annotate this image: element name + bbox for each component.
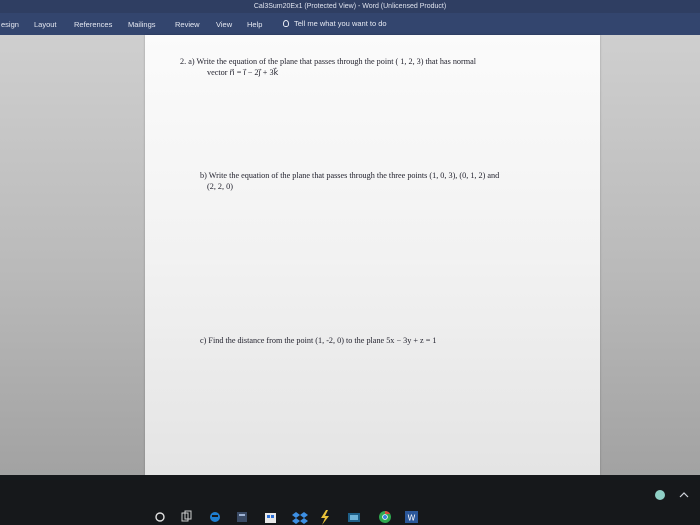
tab-mailings[interactable]: Mailings: [128, 20, 156, 29]
svg-text:W: W: [408, 514, 416, 523]
tab-help[interactable]: Help: [247, 20, 262, 29]
tray-expand-icon[interactable]: [679, 492, 689, 498]
window-title: Cal3Sum20Ex1 (Protected View) - Word (Un…: [253, 3, 447, 10]
tab-layout[interactable]: Layout: [34, 20, 57, 29]
tab-review[interactable]: Review: [175, 20, 200, 29]
tell-me-text: Tell me what you want to do: [294, 19, 387, 28]
title-bar: Cal3Sum20Ex1 (Protected View) - Word (Un…: [0, 0, 700, 13]
question-2a-line-1: 2. a) Write the equation of the plane th…: [180, 57, 477, 66]
store-icon[interactable]: [265, 513, 276, 523]
chrome-icon[interactable]: [379, 511, 391, 523]
task-view-icon[interactable]: [181, 510, 192, 522]
lightbulb-icon: [283, 20, 289, 27]
question-2a-line-2: vector n⃗ = i⃗ − 2j⃗ + 3k⃗: [207, 68, 279, 77]
dropbox-icon[interactable]: [292, 512, 308, 524]
tab-design[interactable]: esign: [1, 20, 19, 29]
word-icon[interactable]: W: [405, 511, 418, 523]
edge-browser-icon[interactable]: [210, 512, 220, 522]
tray-network-icon[interactable]: [655, 490, 665, 500]
photos-icon[interactable]: [348, 513, 360, 522]
question-2b-line-1: b) Write the equation of the plane that …: [200, 171, 500, 180]
tab-view[interactable]: View: [216, 20, 232, 29]
taskbar-icons: W: [155, 490, 689, 525]
question-2c-line-1: c) Find the distance from the point (1, …: [200, 336, 437, 345]
tell-me-box[interactable]: Tell me what you want to do: [283, 19, 387, 28]
cortana-circle-icon[interactable]: [155, 512, 165, 522]
document-page[interactable]: 2. a) Write the equation of the plane th…: [145, 35, 600, 475]
question-2b-line-2: (2, 2, 0): [207, 182, 233, 191]
calculator-icon[interactable]: [237, 512, 247, 522]
lightning-icon[interactable]: [321, 510, 329, 525]
tab-references[interactable]: References: [74, 20, 112, 29]
ribbon-tabs: esign Layout References Mailings Review …: [0, 13, 700, 35]
